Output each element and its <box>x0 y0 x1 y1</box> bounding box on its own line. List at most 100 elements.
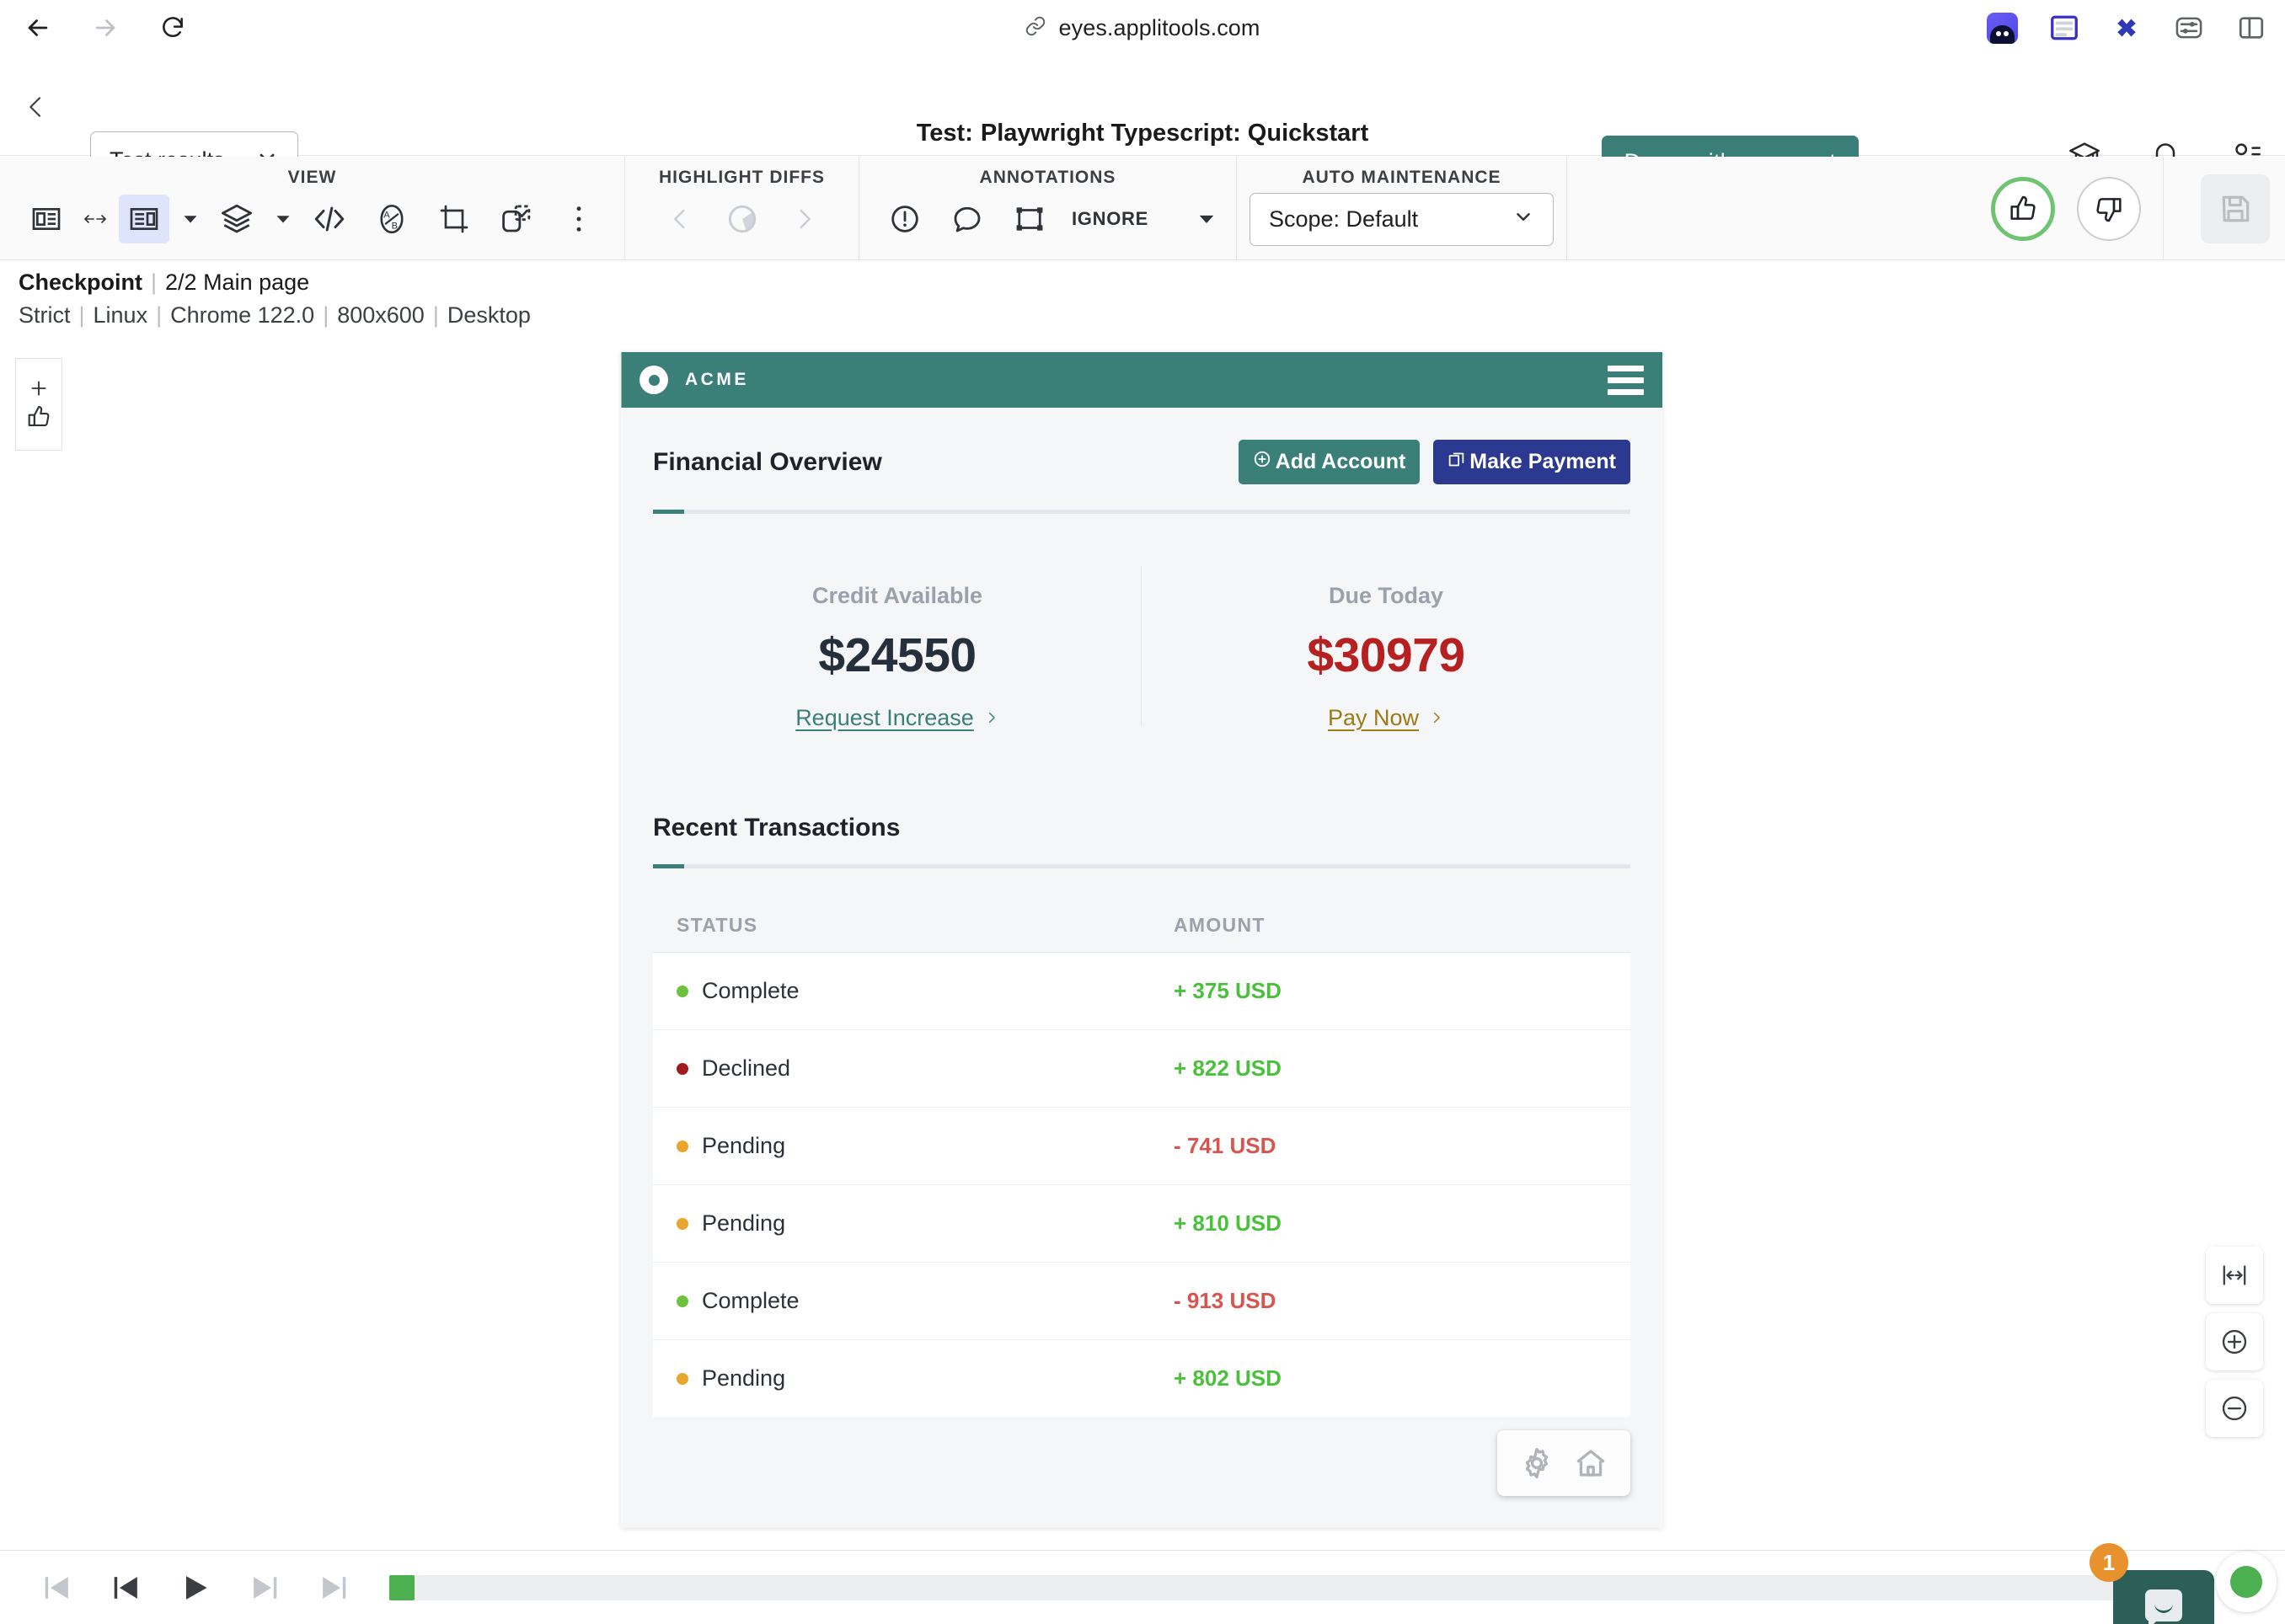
table-row[interactable]: Complete + 375 USD <box>653 952 1630 1029</box>
match-level: Strict <box>19 302 71 328</box>
chevron-down-icon <box>1512 206 1534 233</box>
home-icon[interactable] <box>1573 1445 1608 1481</box>
applitools-x-icon[interactable] <box>2108 9 2145 46</box>
split-view-icon[interactable] <box>2233 9 2270 46</box>
annotations-row: IGNORE <box>880 195 1216 243</box>
diff-donut-icon[interactable] <box>717 195 768 243</box>
hamburger-menu-icon[interactable] <box>1608 365 1644 395</box>
table-row[interactable]: Pending + 802 USD <box>653 1339 1630 1417</box>
comment-icon[interactable] <box>942 195 993 243</box>
back-arrow-icon[interactable] <box>19 8 57 47</box>
zoom-in-icon[interactable] <box>2206 1313 2263 1370</box>
next-diff-icon[interactable] <box>779 195 830 243</box>
page-title-prefix: Test: <box>916 120 973 147</box>
status-indicator[interactable] <box>2216 1552 2277 1612</box>
more-options-icon[interactable] <box>554 195 604 243</box>
checkpoint-step: 2/2 Main page <box>165 270 310 295</box>
playback-bar: 1 <box>0 1543 2285 1624</box>
single-view-icon[interactable] <box>118 195 169 243</box>
region-select-icon[interactable] <box>491 195 542 243</box>
crop-icon[interactable] <box>429 195 479 243</box>
app-root: eyes.applitools.com Test results <box>0 0 2285 1624</box>
eyes-extension-icon[interactable] <box>1983 9 2020 46</box>
prev-diff-icon[interactable] <box>655 195 705 243</box>
meta-separator: | <box>151 270 158 295</box>
make-payment-button[interactable]: Make Payment <box>1433 440 1630 484</box>
ab-compare-icon[interactable]: AB <box>367 195 417 243</box>
layers-caret-icon[interactable] <box>274 195 292 243</box>
link-icon <box>1025 15 1046 41</box>
sliders-icon[interactable] <box>2170 9 2207 46</box>
layers-icon[interactable] <box>211 195 262 243</box>
status-dot-icon <box>677 1295 688 1307</box>
side-by-side-icon[interactable] <box>21 195 72 243</box>
timeline-scrollbar[interactable] <box>389 1574 2133 1600</box>
toolbar-group-auto-maintenance: AUTO MAINTENANCE Scope: Default <box>1237 157 1567 260</box>
first-step-icon[interactable] <box>32 1563 83 1613</box>
request-increase-link[interactable]: Request Increase <box>795 705 999 731</box>
transaction-status-label: Pending <box>702 1365 786 1391</box>
ignore-region-icon[interactable] <box>1004 195 1055 243</box>
pay-now-label: Pay Now <box>1327 705 1420 730</box>
reload-icon[interactable] <box>153 8 192 47</box>
prev-step-icon[interactable] <box>101 1563 152 1613</box>
add-account-button[interactable]: Add Account <box>1238 440 1421 484</box>
last-step-icon[interactable] <box>308 1563 359 1613</box>
status-dot-icon <box>677 1140 688 1152</box>
toolbar-group-annotations: ANNOTATIONS IGNORE <box>859 157 1237 260</box>
code-icon[interactable] <box>304 195 355 243</box>
thumbs-up-button[interactable] <box>1991 176 2055 241</box>
address-bar[interactable]: eyes.applitools.com <box>0 0 2285 56</box>
checkpoint-screenshot[interactable]: ACME Financial Overview Add Account Make… <box>621 352 1662 1528</box>
request-increase-label: Request Increase <box>795 705 974 730</box>
thumbs-down-button[interactable] <box>2077 176 2141 241</box>
table-row[interactable]: Declined + 822 USD <box>653 1029 1630 1107</box>
browser-extension-icons <box>1983 0 2270 56</box>
table-row[interactable]: Pending + 810 USD <box>653 1184 1630 1262</box>
ignore-label: IGNORE <box>1072 208 1148 229</box>
acme-logo-icon <box>639 366 668 394</box>
play-icon[interactable] <box>170 1563 221 1613</box>
transaction-status-label: Declined <box>702 1055 791 1081</box>
pay-now-link[interactable]: Pay Now <box>1328 705 1444 731</box>
transaction-amount-cell: - 741 USD <box>1174 1133 1276 1158</box>
app-header: Test results Test:Playwright Typescript:… <box>0 56 2285 189</box>
svg-text:B: B <box>391 222 397 232</box>
status-dot-icon <box>677 1217 688 1230</box>
highlight-diffs-label: HIGHLIGHT DIFFS <box>659 168 825 187</box>
scope-dropdown-value: Scope: Default <box>1269 206 1419 232</box>
toolbar-divider <box>2163 157 2164 260</box>
transaction-amount-cell: + 810 USD <box>1174 1210 1282 1236</box>
acme-brand[interactable]: ACME <box>639 366 749 394</box>
view-icon-row: AB <box>21 195 604 243</box>
forward-arrow-icon[interactable] <box>86 8 125 47</box>
zoom-out-icon[interactable] <box>2206 1380 2263 1437</box>
column-header-amount: AMOUNT <box>1174 914 1266 936</box>
gear-icon[interactable] <box>1519 1445 1555 1481</box>
bug-icon[interactable] <box>880 195 930 243</box>
table-row[interactable]: Complete - 913 USD <box>653 1262 1630 1339</box>
transaction-status-cell: Pending <box>677 1133 1174 1159</box>
checkpoint-label: Checkpoint <box>19 270 143 295</box>
kpi-value: $24550 <box>818 628 977 682</box>
page-title-value: Playwright Typescript: Quickstart <box>980 120 1369 147</box>
chat-widget-button[interactable] <box>2113 1570 2214 1624</box>
thumbs-up-icon[interactable] <box>24 403 53 431</box>
online-status-dot <box>2230 1566 2262 1598</box>
chat-bubble-icon <box>2145 1589 2182 1624</box>
timeline-thumb[interactable] <box>389 1574 415 1600</box>
kpi-value: $30979 <box>1307 628 1465 682</box>
fit-width-icon[interactable] <box>2206 1247 2263 1304</box>
reader-icon[interactable] <box>2046 9 2083 46</box>
scope-dropdown[interactable]: Scope: Default <box>1250 193 1554 246</box>
annotations-caret-icon[interactable] <box>1197 195 1216 243</box>
add-icon[interactable] <box>28 377 50 399</box>
table-row[interactable]: Pending - 741 USD <box>653 1107 1630 1184</box>
save-button[interactable] <box>2201 174 2270 243</box>
meta-separator: | <box>78 302 85 328</box>
transaction-status-cell: Pending <box>677 1210 1174 1237</box>
view-caret-icon[interactable] <box>181 195 200 243</box>
approval-widget[interactable] <box>15 358 62 451</box>
acme-body: Financial Overview Add Account Make Paym… <box>621 408 1662 1417</box>
next-step-icon[interactable] <box>239 1563 290 1613</box>
